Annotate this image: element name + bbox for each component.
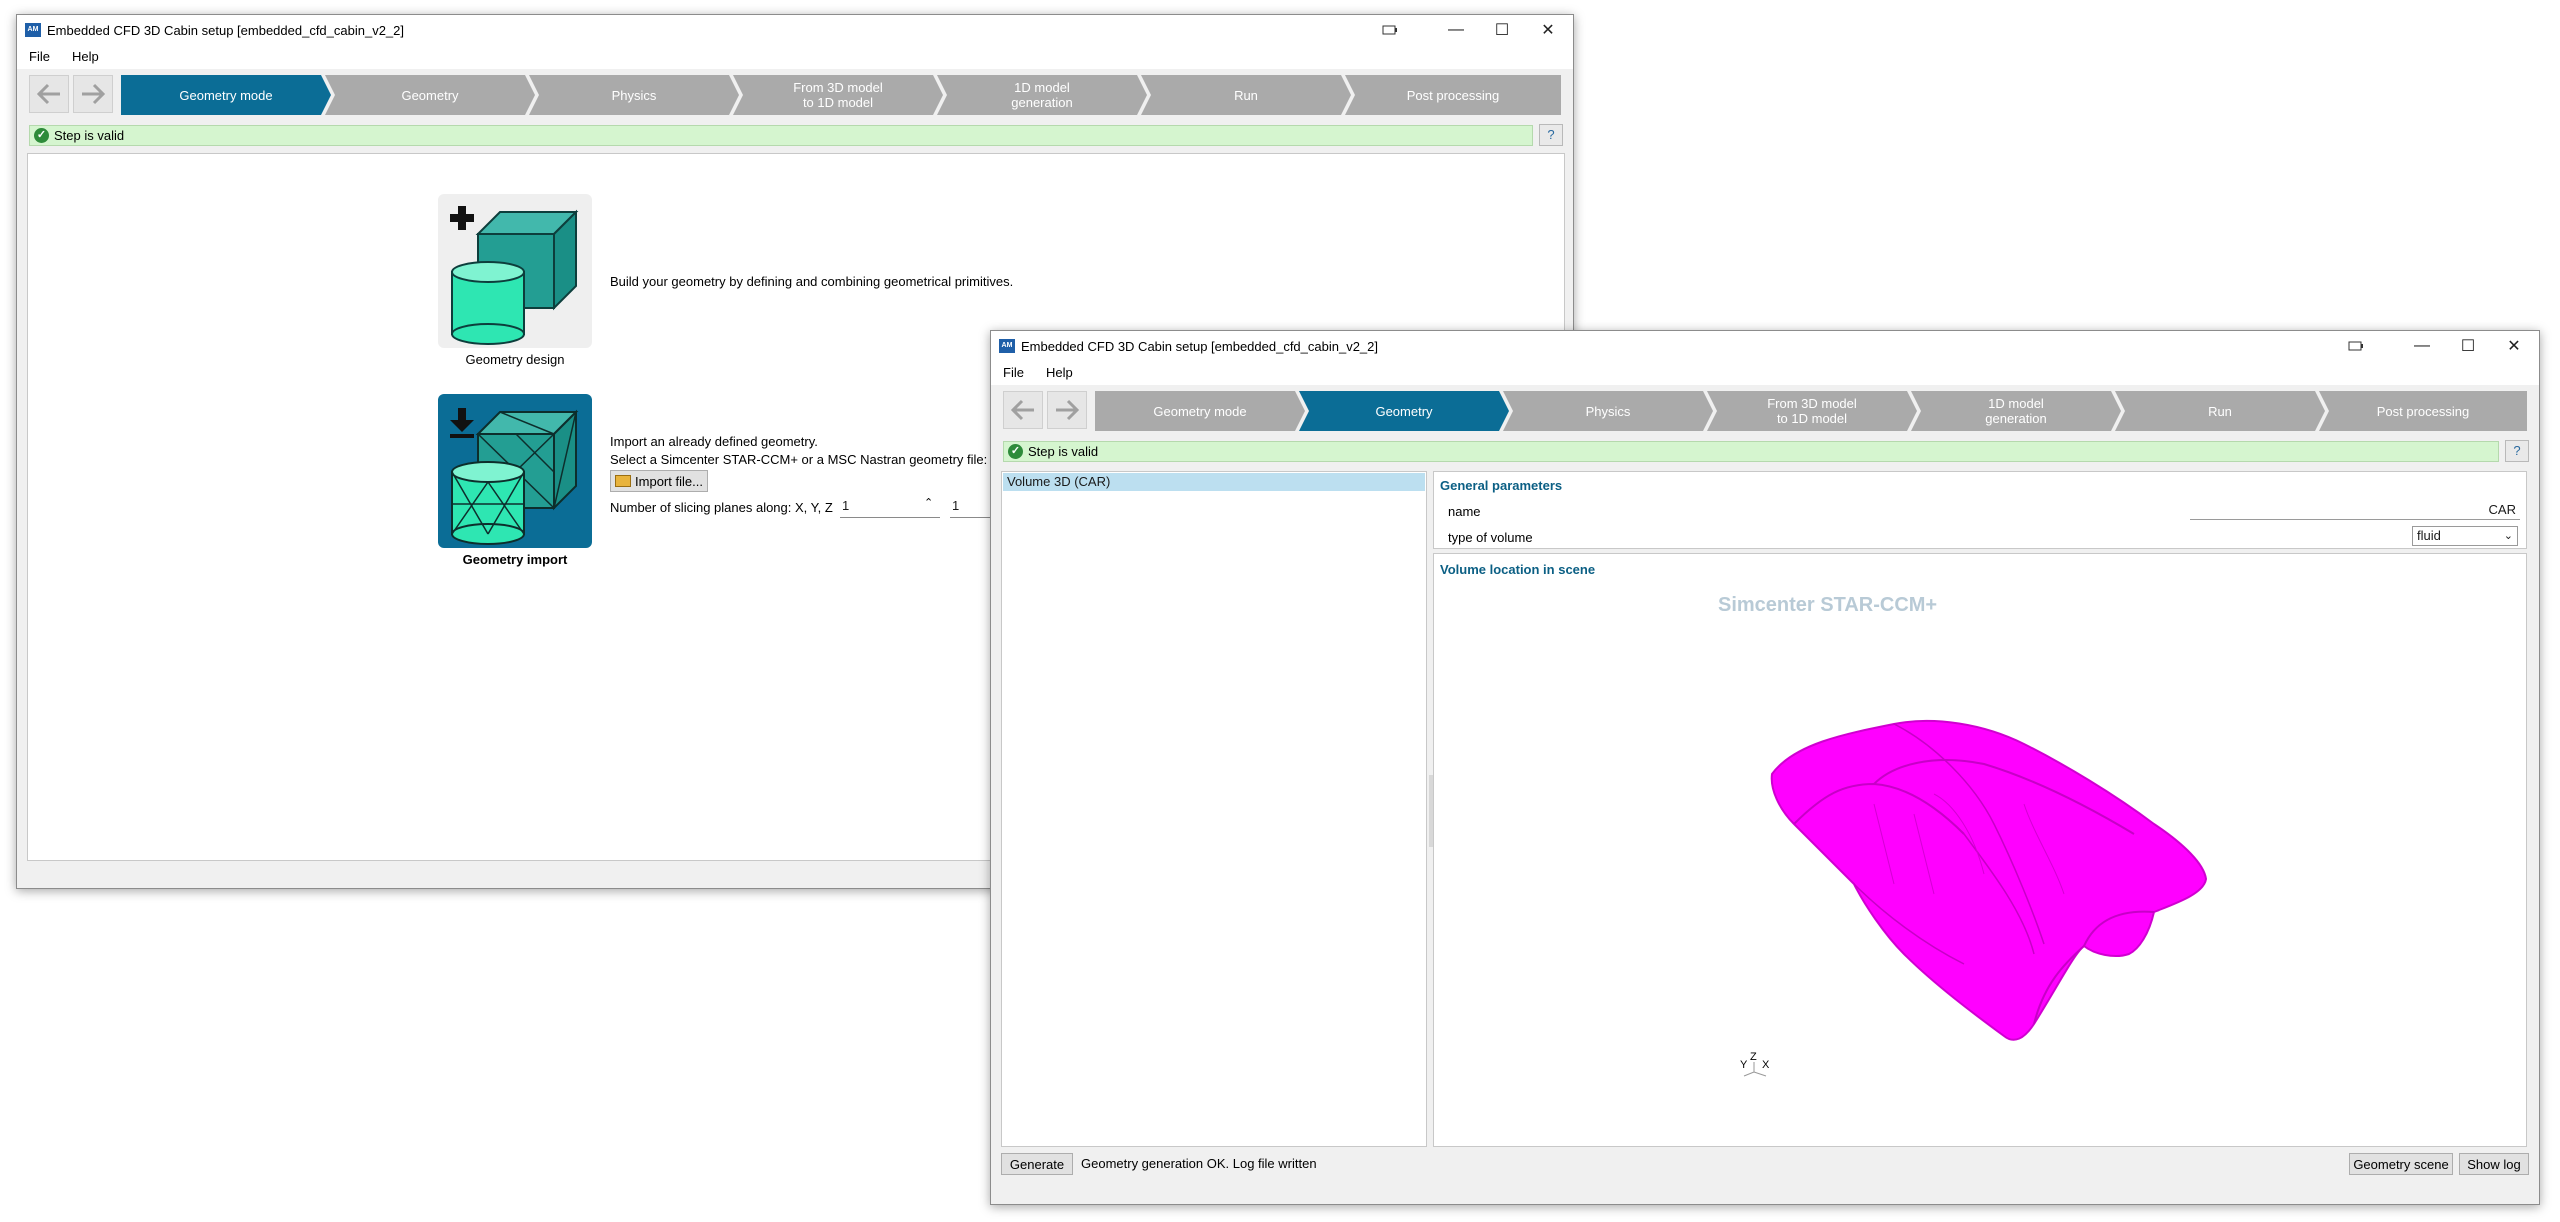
step-physics[interactable]: Physics [529,75,739,115]
simcenter-watermark: Simcenter STAR-CCM+ [1718,594,1938,616]
step-geometry[interactable]: Geometry [325,75,535,115]
design-primitives-icon [450,206,579,345]
geometry-scene-button[interactable]: Geometry scene [2349,1153,2453,1175]
step-1d-generation[interactable]: 1D model generation [1911,391,2121,431]
help-button[interactable]: ? [1539,124,1563,146]
step-geometry[interactable]: Geometry [1299,391,1509,431]
step-geometry-mode[interactable]: Geometry mode [121,75,331,115]
type-of-volume-value: fluid [2417,528,2441,543]
menu-file[interactable]: File [1003,365,1024,380]
status-bar: ✓ Step is valid [1003,441,2499,462]
type-of-volume-select[interactable]: fluid ⌄ [2412,526,2518,546]
import-file-label: Import file... [635,473,703,489]
maximize-icon[interactable]: ☐ [2445,331,2491,361]
volume-location-title: Volume location in scene [1440,562,1596,577]
screenshot-icon[interactable] [1367,15,1413,45]
axis-y-label: Y [1740,1059,1748,1071]
name-input[interactable]: CAR [2190,502,2520,520]
window-title: Embedded CFD 3D Cabin setup [embedded_cf… [1021,339,1379,354]
check-icon: ✓ [1008,444,1023,459]
close-icon[interactable]: ✕ [1525,15,1571,45]
menu-bar: File Help [991,361,2539,385]
name-label: name [1448,504,1481,519]
step-run[interactable]: Run [1141,75,1351,115]
status-bar: ✓ Step is valid [29,125,1533,146]
app-icon: AM [25,23,41,37]
title-bar[interactable]: AM Embedded CFD 3D Cabin setup [embedded… [17,15,1573,45]
slicing-label: Number of slicing planes along: X, Y, Z [610,500,833,515]
forward-arrow-icon[interactable] [73,75,113,113]
geometry-import-tile[interactable] [438,394,592,548]
type-of-volume-label: type of volume [1448,530,1533,545]
check-icon: ✓ [34,128,49,143]
car-cabin-3d-model[interactable] [1734,684,2234,1064]
step-3d-to-1d[interactable]: From 3D model to 1D model [1707,391,1917,431]
show-log-button[interactable]: Show log [2459,1153,2529,1175]
volume-tree: Volume 3D (CAR) [1001,471,1427,1147]
help-button[interactable]: ? [2505,440,2529,462]
step-geometry-mode[interactable]: Geometry mode [1095,391,1305,431]
tree-item-volume-car[interactable]: Volume 3D (CAR) [1003,473,1425,491]
geometry-design-tile[interactable] [438,194,592,348]
menu-file[interactable]: File [29,49,50,64]
maximize-icon[interactable]: ☐ [1479,15,1525,45]
status-text: Step is valid [54,128,125,143]
back-arrow-icon[interactable] [1003,391,1043,429]
generate-button[interactable]: Generate [1001,1153,1073,1175]
screenshot-icon[interactable] [2333,331,2379,361]
menu-help[interactable]: Help [1046,365,1073,380]
menu-bar: File Help [17,45,1573,69]
volume-location-panel: Volume location in scene Simcenter STAR-… [1433,553,2527,1147]
close-icon[interactable]: ✕ [2491,331,2537,361]
import-file-button[interactable]: Import file... [610,470,708,492]
window-geometry: AM Embedded CFD 3D Cabin setup [embedded… [990,330,2540,1205]
step-run[interactable]: Run [2115,391,2325,431]
geometry-design-text: Build your geometry by defining and comb… [610,274,1014,289]
step-1d-generation[interactable]: 1D model generation [937,75,1147,115]
title-bar[interactable]: AM Embedded CFD 3D Cabin setup [embedded… [991,331,2539,361]
minimize-icon[interactable]: — [2399,331,2445,361]
minimize-icon[interactable]: — [1433,15,1479,45]
geometry-import-text: Import an already defined geometry. [610,434,818,449]
geometry-design-caption: Geometry design [465,352,565,367]
forward-arrow-icon[interactable] [1047,391,1087,429]
step-3d-to-1d[interactable]: From 3D model to 1D model [733,75,943,115]
step-post-processing[interactable]: Post processing [1345,75,1561,115]
general-parameters-panel: General parameters name CAR type of volu… [1433,471,2527,549]
generate-status-text: Geometry generation OK. Log file written [1081,1156,1317,1171]
import-mesh-icon [450,408,579,545]
step-physics[interactable]: Physics [1503,391,1713,431]
spinbox-arrows-icon[interactable]: ⌃ [924,496,933,509]
window-title: Embedded CFD 3D Cabin setup [embedded_cf… [47,23,405,38]
geometry-import-caption: Geometry import [462,552,568,567]
general-parameters-title: General parameters [1440,478,1563,493]
axis-x-label: X [1762,1059,1770,1071]
menu-help[interactable]: Help [72,49,99,64]
app-icon: AM [999,339,1015,353]
step-post-processing[interactable]: Post processing [2319,391,2527,431]
back-arrow-icon[interactable] [29,75,69,113]
status-text: Step is valid [1028,444,1099,459]
chevron-down-icon: ⌄ [2503,530,2513,542]
folder-icon [615,475,632,487]
axis-z-label: Z [1750,1051,1757,1063]
geometry-import-select-text: Select a Simcenter STAR-CCM+ or a MSC Na… [610,452,988,467]
